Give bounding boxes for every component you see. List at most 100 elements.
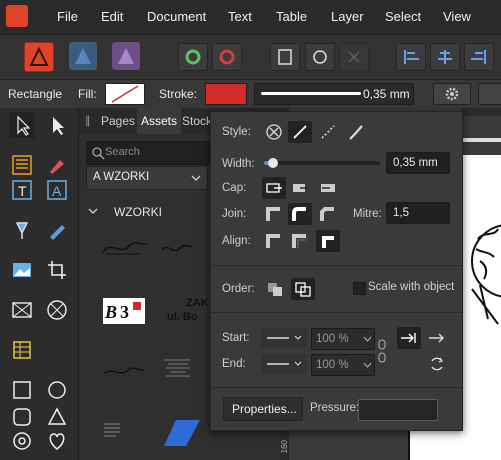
show-wrap-icon[interactable] bbox=[305, 43, 335, 71]
asset-ornament-3[interactable] bbox=[102, 364, 146, 380]
stroke-in-front-icon[interactable] bbox=[291, 278, 315, 300]
main-toolbar bbox=[0, 34, 501, 79]
align-right-icon[interactable] bbox=[464, 43, 494, 71]
round-cap-icon[interactable] bbox=[288, 177, 312, 199]
fill-swatch[interactable] bbox=[105, 83, 145, 105]
end-scale-input[interactable]: 100 % bbox=[311, 354, 375, 376]
transparency-tool-icon[interactable] bbox=[44, 217, 70, 243]
pressure-graph[interactable] bbox=[358, 399, 438, 421]
asset-blue-shape[interactable] bbox=[162, 418, 202, 448]
preflight-icon[interactable] bbox=[212, 43, 242, 71]
frame-break-icon[interactable] bbox=[339, 43, 369, 71]
arrowhead-beyond-end-icon[interactable] bbox=[425, 327, 449, 349]
stroke-width-control[interactable]: 0,35 mm bbox=[254, 83, 414, 105]
asset-text-zak: ZAK bbox=[186, 297, 209, 309]
arrowhead-at-end-icon[interactable] bbox=[397, 327, 421, 349]
settings-gear-icon[interactable] bbox=[433, 83, 471, 105]
menu-view[interactable]: View bbox=[443, 9, 471, 24]
width-slider-track[interactable] bbox=[264, 158, 380, 168]
chevron-down-icon bbox=[363, 336, 372, 342]
search-icon bbox=[92, 147, 105, 160]
width-value-text: 0,35 mm bbox=[393, 157, 438, 169]
bevel-join-icon[interactable] bbox=[316, 203, 340, 225]
section-chevron-icon[interactable] bbox=[88, 206, 98, 216]
ellipse-tool-icon[interactable] bbox=[44, 377, 70, 403]
picture-frame-ellipse-tool-icon[interactable] bbox=[44, 297, 70, 323]
affinity-publisher-logo-icon[interactable] bbox=[6, 5, 28, 27]
asset-document-thumbnail[interactable] bbox=[160, 356, 194, 382]
designer-persona-icon[interactable] bbox=[69, 42, 97, 70]
texture-line-style-icon[interactable] bbox=[344, 121, 368, 143]
menu-edit[interactable]: Edit bbox=[101, 9, 123, 24]
publisher-persona-icon[interactable] bbox=[24, 42, 54, 72]
align-center-icon[interactable] bbox=[430, 43, 460, 71]
rectangle-tool-icon[interactable] bbox=[9, 377, 35, 403]
menu-document[interactable]: Document bbox=[147, 9, 206, 24]
menu-select[interactable]: Select bbox=[385, 9, 421, 24]
width-slider-handle[interactable] bbox=[268, 158, 278, 168]
mitre-value-input[interactable]: 1,5 bbox=[386, 202, 450, 224]
artistic-text-tool-icon[interactable]: T bbox=[9, 177, 35, 203]
crop-tool-icon[interactable] bbox=[44, 257, 70, 283]
start-arrowhead-dropdown[interactable] bbox=[261, 328, 307, 348]
fill-label: Fill: bbox=[78, 87, 97, 101]
donut-tool-icon[interactable] bbox=[9, 428, 35, 454]
fill-tool-icon[interactable] bbox=[9, 217, 35, 243]
asset-text-address: ul. Bo bbox=[167, 311, 198, 323]
rounded-rectangle-tool-icon[interactable] bbox=[9, 404, 35, 430]
mitre-join-icon[interactable] bbox=[262, 203, 286, 225]
picture-frame-tool-icon[interactable] bbox=[9, 257, 35, 283]
round-join-icon[interactable] bbox=[288, 203, 312, 225]
triangle-tool-icon[interactable] bbox=[44, 404, 70, 430]
text-style-icon[interactable] bbox=[478, 83, 501, 105]
top-ruler bbox=[461, 108, 501, 116]
heart-tool-icon[interactable] bbox=[44, 428, 70, 454]
tab-stock[interactable]: Stock bbox=[182, 114, 212, 128]
end-arrowhead-dropdown[interactable] bbox=[261, 354, 307, 374]
photo-persona-icon[interactable] bbox=[112, 42, 140, 70]
swap-arrowheads-icon[interactable] bbox=[425, 353, 449, 375]
snapping-icon[interactable] bbox=[178, 43, 208, 71]
no-stroke-style-icon[interactable] bbox=[262, 121, 286, 143]
stroke-swatch[interactable] bbox=[205, 83, 247, 105]
square-cap-icon[interactable] bbox=[316, 177, 340, 199]
width-value-input[interactable]: 0,35 mm bbox=[386, 152, 450, 174]
asset-category-dropdown[interactable]: A WZORKI bbox=[86, 166, 208, 190]
start-scale-input[interactable]: 100 % bbox=[311, 328, 375, 350]
properties-button[interactable]: Properties... bbox=[223, 397, 303, 421]
fitted-text-tool-icon[interactable]: A bbox=[44, 177, 70, 203]
butt-cap-icon[interactable] bbox=[262, 177, 286, 199]
width-label: Width: bbox=[222, 158, 255, 170]
asset-ornament-2[interactable] bbox=[160, 240, 194, 258]
tab-assets[interactable]: Assets bbox=[137, 108, 182, 134]
dashed-line-style-icon[interactable] bbox=[316, 121, 340, 143]
align-outside-stroke-icon[interactable] bbox=[316, 230, 340, 252]
menu-table[interactable]: Table bbox=[276, 9, 307, 24]
asset-search-input[interactable]: Search bbox=[86, 141, 218, 165]
align-inside-stroke-icon[interactable] bbox=[288, 230, 312, 252]
panel-collapse-icon[interactable]: ∥ bbox=[85, 114, 91, 127]
text-wrap-icon[interactable] bbox=[270, 43, 300, 71]
picture-frame-rectangle-tool-icon[interactable] bbox=[9, 297, 35, 323]
move-tool-icon[interactable] bbox=[9, 112, 35, 138]
solid-line-style-icon[interactable] bbox=[288, 121, 312, 143]
asset-text-block-thumbnail[interactable] bbox=[102, 420, 122, 444]
asset-ornament-1[interactable] bbox=[101, 236, 149, 260]
frame-text-tool-icon[interactable] bbox=[9, 152, 35, 178]
asset-logo-thumbnail[interactable]: B3 bbox=[103, 298, 145, 324]
link-scale-icon[interactable] bbox=[377, 338, 387, 364]
stroke-behind-fill-icon[interactable] bbox=[263, 278, 287, 300]
svg-text:A: A bbox=[52, 183, 62, 199]
align-center-stroke-icon[interactable] bbox=[262, 230, 286, 252]
menu-text[interactable]: Text bbox=[228, 9, 252, 24]
align-left-icon[interactable] bbox=[396, 43, 426, 71]
node-tool-icon[interactable] bbox=[44, 112, 70, 138]
tab-pages[interactable]: Pages bbox=[101, 114, 135, 128]
menu-file[interactable]: File bbox=[57, 9, 78, 24]
table-tool-icon[interactable] bbox=[9, 337, 35, 363]
context-toolbar: Rectangle Fill: Stroke: 0,35 mm bbox=[0, 79, 501, 109]
search-placeholder: Search bbox=[105, 146, 140, 158]
pen-tool-icon[interactable] bbox=[44, 152, 70, 178]
scale-with-object-checkbox[interactable] bbox=[353, 282, 366, 295]
menu-layer[interactable]: Layer bbox=[331, 9, 364, 24]
